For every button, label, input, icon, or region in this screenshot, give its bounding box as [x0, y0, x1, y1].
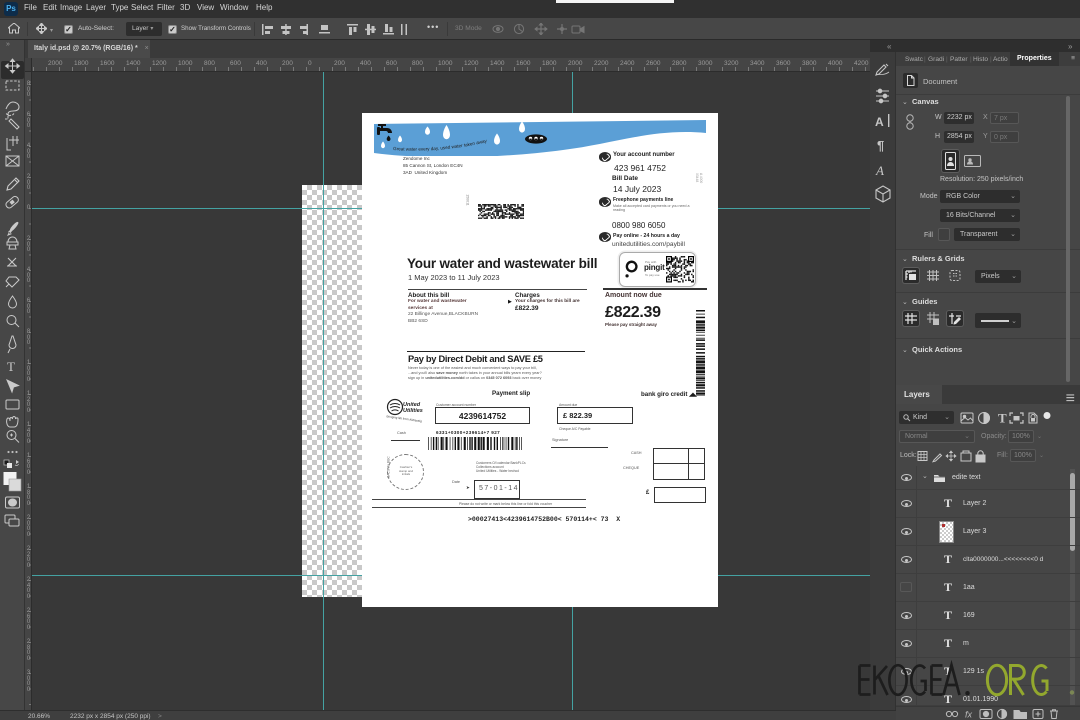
svg-text:T: T [7, 359, 15, 374]
svg-text:A: A [875, 163, 884, 178]
svg-text:fx: fx [965, 710, 973, 720]
svg-text:Utilities: Utilities [403, 408, 423, 414]
svg-text:T: T [998, 411, 1007, 425]
svg-text:¶: ¶ [877, 138, 884, 153]
svg-text:A: A [875, 115, 884, 129]
svg-text:Bringing life from AlWaseig: Bringing life from AlWaseig [386, 414, 422, 423]
